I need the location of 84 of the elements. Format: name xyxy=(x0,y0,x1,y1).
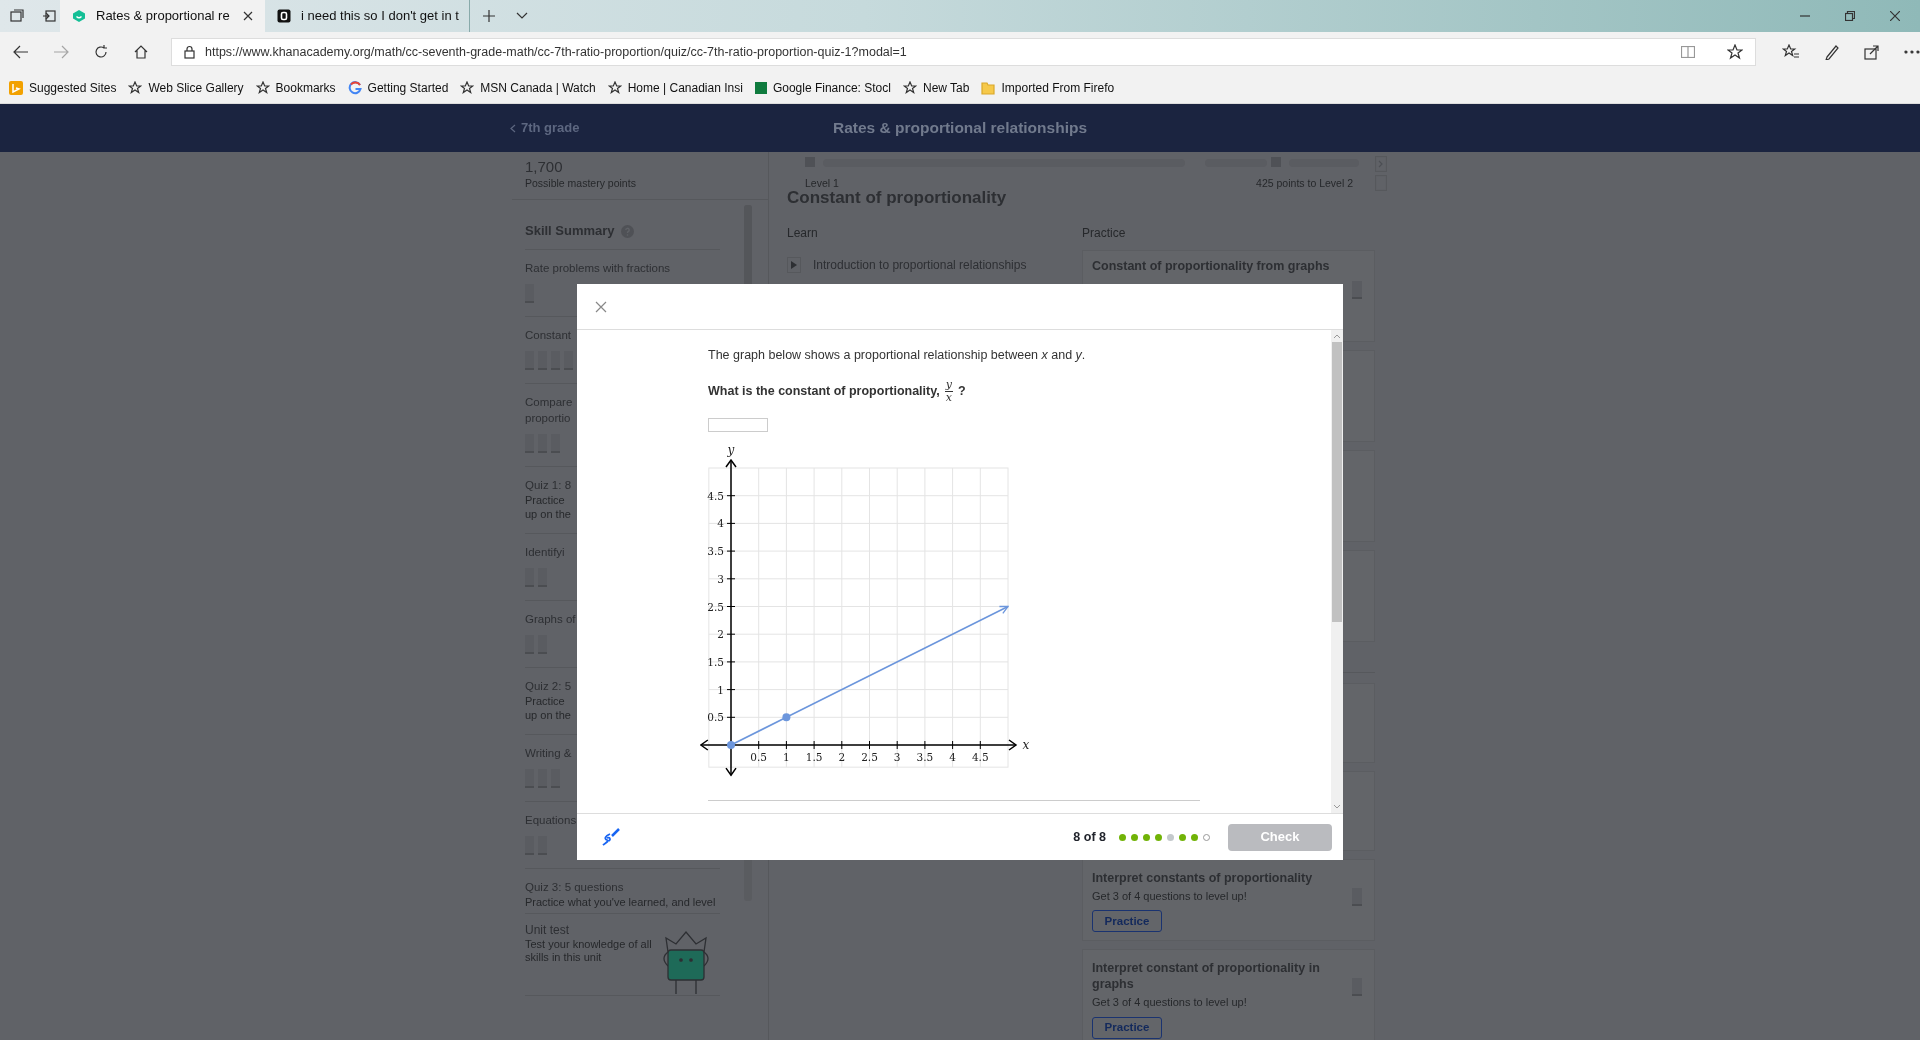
tick-label: 0.5 xyxy=(750,750,768,763)
star-icon xyxy=(128,80,143,95)
practice-button[interactable]: Practice xyxy=(1092,1016,1162,1039)
more-icon[interactable] xyxy=(1904,50,1920,54)
question-mark: ? xyxy=(957,382,966,400)
practice-card-subtitle: Get 3 of 4 questions to level up! xyxy=(1092,995,1248,1011)
tick-label: 3.5 xyxy=(916,750,934,763)
address-field[interactable]: https://www.khanacademy.org/math/cc-seventh-grade-math/cc-7th-ratio-proportion/quiz/cc-7th-ratio-proportion-quiz-1?modal=1 xyxy=(171,38,1756,66)
close-icon[interactable] xyxy=(243,11,253,21)
lock-icon xyxy=(184,45,195,59)
tick-label: 1.5 xyxy=(707,655,724,668)
learn-heading: Learn xyxy=(787,224,819,242)
data-point[interactable] xyxy=(727,740,735,749)
square-logo-icon xyxy=(277,9,291,23)
star-icon xyxy=(255,80,270,95)
tick-label: 3 xyxy=(717,572,724,585)
plus-icon[interactable] xyxy=(482,9,496,23)
practice-heading: Practice xyxy=(1082,224,1127,242)
star-icon xyxy=(607,80,622,95)
play-logo-icon xyxy=(9,80,23,95)
mastery-bar-icon xyxy=(1352,887,1362,906)
tick-label: 2 xyxy=(717,627,724,640)
star-icon[interactable] xyxy=(1727,44,1743,60)
home-icon[interactable] xyxy=(133,44,149,60)
bookmark-link[interactable]: Google Finance: Stocl xyxy=(754,78,891,97)
answer-field[interactable] xyxy=(708,417,768,432)
tick-label: 4.5 xyxy=(707,489,724,502)
quiz-description: Practice what you've learned, and level xyxy=(525,895,716,909)
folder-icon xyxy=(981,80,996,95)
practice-card-subtitle: Get 3 of 4 questions to level up! xyxy=(1092,888,1248,904)
scratchpad-icon[interactable] xyxy=(601,827,621,847)
bookmark-link[interactable]: Bookmarks xyxy=(255,78,336,97)
url-text[interactable]: https://www.khanacademy.org/math/cc-seventh-grade-math/cc-7th-ratio-proportion/quiz/cc-7th-ratio-proportion-quiz-1?modal=1 xyxy=(205,42,907,62)
axis-label: y xyxy=(727,445,735,457)
question-intro: The graph below shows a proportional relationship between x and y. xyxy=(708,347,1087,364)
tick-label: 2 xyxy=(838,750,846,763)
share-icon[interactable] xyxy=(1864,44,1880,60)
bookmark-link[interactable]: Imported From Firefo xyxy=(981,78,1115,97)
close-icon[interactable] xyxy=(1890,11,1900,21)
progress-text: 8 of 8 xyxy=(1073,828,1106,846)
data-point[interactable] xyxy=(782,713,791,722)
hexagon-icon xyxy=(72,9,86,23)
bookmark-link[interactable]: MSN Canada | Watch xyxy=(460,78,596,97)
tick-label: 3 xyxy=(893,750,901,763)
set-aside-icon[interactable] xyxy=(42,9,56,23)
tick-label: 1.5 xyxy=(805,750,823,763)
star-icon xyxy=(902,80,917,95)
tick-label: 2.5 xyxy=(861,750,878,763)
bookmark-link[interactable]: Web Slice Gallery xyxy=(128,78,244,97)
fraction: y x xyxy=(943,378,954,404)
mastery-bar-icon xyxy=(1352,280,1362,299)
restore-icon[interactable] xyxy=(1845,11,1855,21)
multicolor-ring-icon xyxy=(347,80,362,95)
tick-label: 4 xyxy=(717,517,724,530)
tick-label: 1 xyxy=(717,683,724,696)
chevron-left-icon xyxy=(510,123,516,133)
bookmark-link[interactable]: New Tab xyxy=(902,78,970,97)
question-text: What is the constant of proportionality, xyxy=(708,382,940,400)
level-goal: 425 points to Level 2 xyxy=(1256,176,1353,191)
browser-tab[interactable]: Rates & proportional re xyxy=(60,0,265,32)
tick-label: 4.5 xyxy=(971,750,989,763)
back-arrow-icon[interactable] xyxy=(13,45,29,59)
mastery-bar-icon xyxy=(1352,978,1362,997)
bookmark-link[interactable]: Getting Started xyxy=(347,78,449,97)
bookmark-link[interactable]: Home | Canadian Insi xyxy=(607,78,743,97)
axis-label: x xyxy=(1022,737,1030,752)
refresh-icon[interactable] xyxy=(93,44,109,60)
square-icon xyxy=(754,81,767,94)
tick-label: 3.5 xyxy=(707,544,724,557)
quiz-description: Practice xyxy=(525,694,565,708)
page-title: Rates & proportional relationships xyxy=(832,118,1088,139)
star-icon xyxy=(460,80,475,95)
quiz-description: Practice xyxy=(525,493,565,507)
tick-label: 1 xyxy=(783,750,790,763)
pen-icon[interactable] xyxy=(1824,44,1840,60)
back-link[interactable]: 7th grade xyxy=(510,118,580,138)
tick-label: 2.5 xyxy=(707,600,724,613)
favorites-icon[interactable] xyxy=(1782,44,1800,60)
chevron-down-icon[interactable] xyxy=(516,12,528,20)
practice-button[interactable]: Practice xyxy=(1092,910,1162,933)
tabs-icon[interactable] xyxy=(10,9,24,23)
tick-label: 0.5 xyxy=(707,711,724,724)
bookmark-link[interactable]: Suggested Sites xyxy=(9,78,117,97)
tick-label: 4 xyxy=(949,750,956,763)
